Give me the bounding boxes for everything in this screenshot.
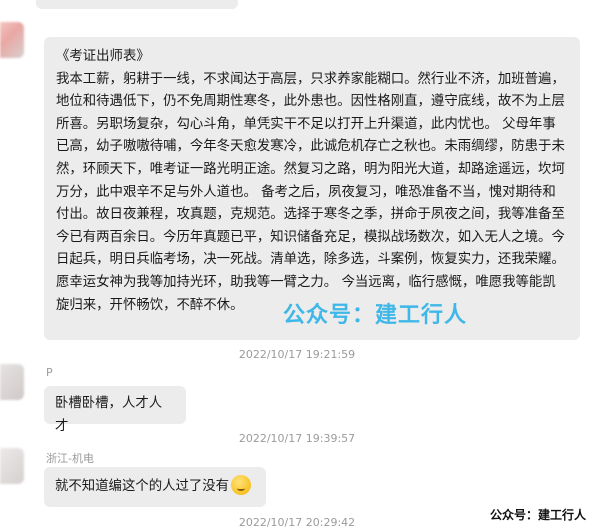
wry-smile-emoji-icon	[231, 475, 252, 495]
message-bubble[interactable]: 就不知道编这个的人过了没有	[44, 467, 266, 507]
watermark-corner-text: 公众号：建工行人	[489, 508, 586, 522]
message-text: 《考证出师表》 我本工薪，躬耕于一线，不求闻达于高层，只求养家能糊口。然行业不济…	[56, 49, 565, 313]
message-bubble[interactable]: 卧槽卧槽，人才人才	[44, 386, 186, 434]
avatar[interactable]	[0, 448, 24, 484]
avatar[interactable]	[0, 22, 24, 58]
message-bubble-partial[interactable]	[36, 0, 238, 9]
message-bubble[interactable]: 《考证出师表》 我本工薪，躬耕于一线，不求闻达于高层，只求养家能糊口。然行业不济…	[44, 37, 580, 340]
sender-name: P	[46, 366, 53, 379]
timestamp: 2022/10/17 19:39:57	[238, 432, 356, 445]
watermark-text: 公众号：建工行人	[283, 303, 468, 328]
sender-name: 浙江-机电	[46, 452, 94, 465]
message-text: 就不知道编这个的人过了没有	[55, 479, 230, 494]
avatar[interactable]	[0, 364, 24, 400]
timestamp: 2022/10/17 19:21:59	[238, 348, 356, 361]
